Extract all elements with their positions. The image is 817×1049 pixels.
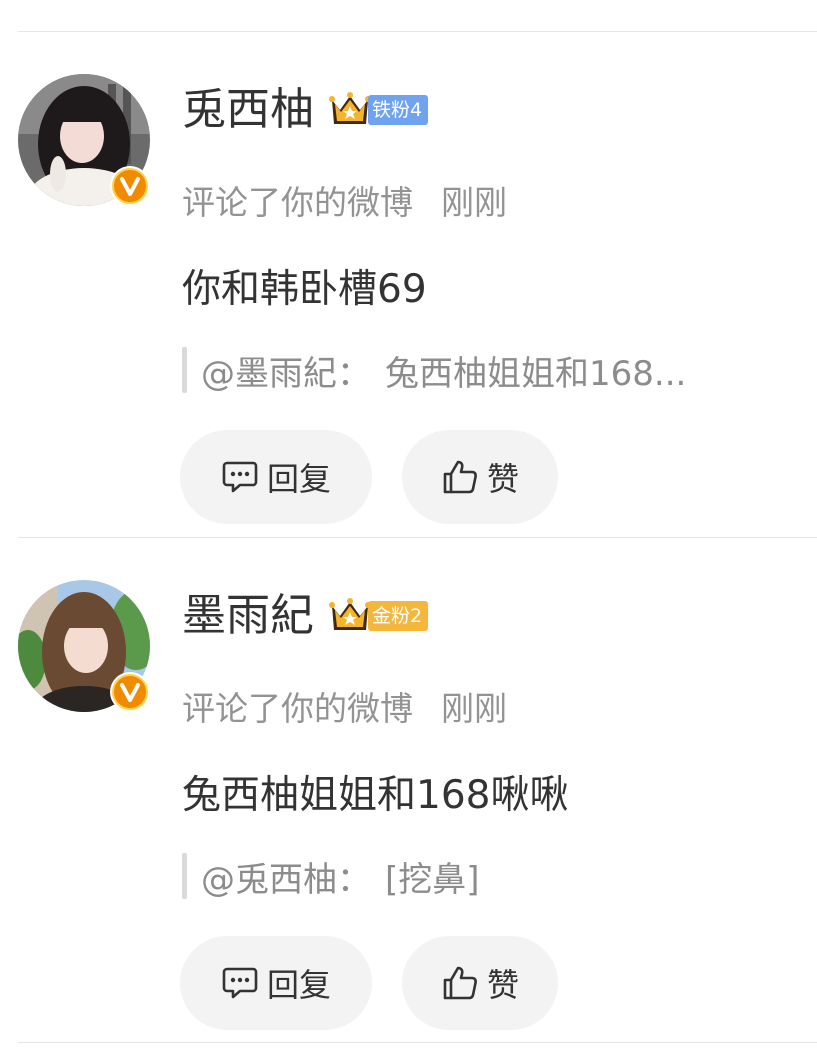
comment-meta: 评论了你的微博 刚刚: [182, 178, 507, 228]
quote-author: @墨雨紀：: [201, 353, 371, 394]
fan-badge[interactable]: 铁粉4: [328, 90, 429, 130]
quote-bar: [182, 853, 187, 899]
thumbs-up-icon: [443, 460, 477, 494]
timestamp: 刚刚: [441, 183, 507, 222]
reply-button[interactable]: 回复: [180, 936, 372, 1030]
comment-bubble-icon: [222, 461, 258, 493]
quoted-comment[interactable]: @兎西柚： [挖鼻]: [182, 850, 782, 902]
comment-text[interactable]: 兔西柚姐姐和168啾啾: [182, 766, 568, 826]
verified-v-icon: [110, 166, 150, 206]
reply-button-label: 回复: [266, 460, 331, 498]
bottom-divider: [18, 1042, 817, 1043]
reply-button-label: 回复: [266, 966, 331, 1004]
username-row: 墨雨紀 金粉2: [182, 586, 429, 646]
fan-badge-label: 铁粉4: [368, 95, 429, 125]
username[interactable]: 兎西柚: [182, 80, 314, 140]
quoted-comment[interactable]: @墨雨紀： 兔西柚姐姐和168...: [182, 344, 782, 396]
crown-icon: [329, 92, 371, 124]
username-row: 兎西柚 铁粉4: [182, 80, 429, 140]
action-text: 评论了你的微博: [182, 183, 413, 222]
action-text: 评论了你的微博: [182, 689, 413, 728]
thumbs-up-icon: [443, 966, 477, 1000]
quote-bar: [182, 347, 187, 393]
avatar[interactable]: [18, 74, 150, 206]
reply-button[interactable]: 回复: [180, 430, 372, 524]
fan-badge-label: 金粉2: [368, 601, 429, 631]
comment-meta: 评论了你的微博 刚刚: [182, 684, 507, 734]
crown-icon: [329, 598, 371, 630]
quote-text: [挖鼻]: [385, 859, 480, 900]
fan-badge[interactable]: 金粉2: [328, 596, 429, 636]
timestamp: 刚刚: [441, 689, 507, 728]
like-button[interactable]: 赞: [402, 430, 558, 524]
like-button-label: 赞: [486, 460, 519, 498]
comment-bubble-icon: [222, 967, 258, 999]
quote-text: 兔西柚姐姐和168...: [385, 353, 687, 394]
avatar[interactable]: [18, 580, 150, 712]
verified-v-icon: [110, 672, 150, 712]
comment-text[interactable]: 你和韩卧槽69: [182, 260, 427, 320]
like-button-label: 赞: [486, 966, 519, 1004]
comment-card: 墨雨紀 金粉2 评论了你的微博 刚刚 兔西柚姐姐和168啾啾 @兎西柚： [挖鼻]: [0, 536, 817, 1041]
comment-card: 兎西柚 铁粉4 评论了你的微博 刚刚 你和韩卧槽69 @墨雨紀： 兔西柚姐姐和16…: [0, 30, 817, 535]
like-button[interactable]: 赞: [402, 936, 558, 1030]
username[interactable]: 墨雨紀: [182, 586, 314, 646]
quote-author: @兎西柚：: [201, 859, 371, 900]
